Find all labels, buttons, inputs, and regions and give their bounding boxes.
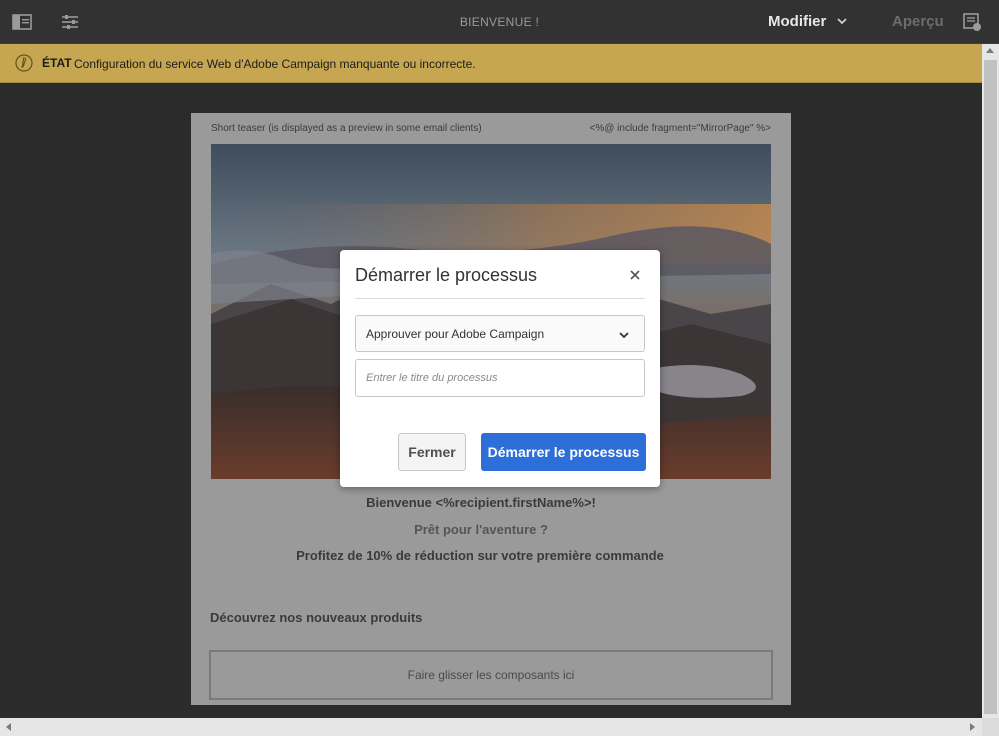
workflow-model-value: Approuver pour Adobe Campaign [366,327,545,341]
scroll-up-icon[interactable] [986,48,994,53]
preview-button[interactable]: Aperçu [892,13,944,30]
chevron-down-icon[interactable] [618,329,630,341]
scroll-left-icon[interactable] [6,723,11,731]
start-workflow-button[interactable]: Démarrer le processus [481,433,646,471]
status-circle-icon [15,54,33,72]
status-label: ÉTAT [42,56,72,70]
scrollbar-corner [982,718,999,736]
status-message: Configuration du service Web d'Adobe Cam… [74,57,476,71]
welcome-heading[interactable]: Bienvenue <%recipient.firstName%>! [191,495,771,510]
workflow-model-select[interactable]: Approuver pour Adobe Campaign [355,315,645,352]
dialog-title: Démarrer le processus [355,265,538,285]
close-icon[interactable] [628,268,642,282]
close-button[interactable]: Fermer [398,433,466,471]
products-heading[interactable]: Découvrez nos nouveaux produits [210,610,422,625]
annotations-icon[interactable] [962,12,982,32]
chevron-down-icon[interactable] [836,15,848,27]
email-teaser[interactable]: Short teaser (is displayed as a preview … [211,123,482,134]
start-workflow-dialog: Démarrer le processus Approuver pour Ado… [340,250,660,487]
mode-menu-button[interactable]: Modifier [768,13,826,30]
mirror-page-fragment[interactable]: <%@ include fragment="MirrorPage" %> [590,123,772,134]
page-title: BIENVENUE ! [459,15,540,29]
dialog-divider [355,298,645,299]
component-dropzone[interactable]: Faire glisser les composants ici [209,650,773,700]
scroll-right-icon[interactable] [970,723,975,731]
vertical-scrollbar[interactable] [982,44,999,718]
workflow-title-input[interactable] [355,359,645,397]
horizontal-scrollbar[interactable] [0,718,982,736]
status-bar: ÉTAT Configuration du service Web d'Adob… [0,44,982,83]
adventure-text[interactable]: Prêt pour l'aventure ? [191,522,771,537]
top-toolbar: BIENVENUE ! Modifier Aperçu [0,0,999,44]
vertical-scroll-thumb[interactable] [984,60,997,714]
promo-text[interactable]: Profitez de 10% de réduction sur votre p… [191,548,769,563]
